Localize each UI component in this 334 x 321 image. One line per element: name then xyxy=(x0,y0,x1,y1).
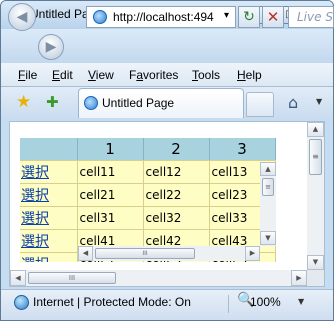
menu-help[interactable]: Help xyxy=(237,68,262,82)
page-scroll-up-button[interactable]: ▲ xyxy=(307,122,324,137)
grid-scroll-left-button[interactable]: ◀ xyxy=(78,246,93,261)
forward-button[interactable]: ▶ xyxy=(38,34,64,60)
back-button[interactable]: ◀ xyxy=(8,3,36,31)
menu-view-accesskey: V xyxy=(88,68,96,82)
grid-cell: cell11 xyxy=(77,160,144,184)
menu-favorites-label: vorites xyxy=(143,68,179,82)
grid-header-corner xyxy=(20,138,78,161)
grid-hscroll-thumb[interactable]: III xyxy=(95,248,195,259)
home-dropdown-icon[interactable]: ▼ xyxy=(316,97,322,106)
grid-cell: cell32 xyxy=(143,206,210,230)
grid-cell: cell31 xyxy=(77,206,144,230)
menu-edit[interactable]: Edit xyxy=(52,68,73,82)
zoom-level[interactable]: 100% xyxy=(250,295,281,309)
status-zone-text: Internet | Protected Mode: On xyxy=(33,295,191,309)
stop-button[interactable]: ✕ xyxy=(262,6,284,28)
page-scroll-left-button[interactable]: ◀ xyxy=(10,270,26,286)
grid-cell: cell12 xyxy=(143,160,210,184)
select-link[interactable]: 選択 xyxy=(20,229,78,253)
grid-cell: cell22 xyxy=(143,183,210,207)
refresh-button[interactable]: ↻ xyxy=(238,6,260,28)
grid-viewport: 1 2 3 選択 cell11 cell12 cell13 選択 cell21 … xyxy=(20,138,276,262)
menu-file-label: ile xyxy=(25,68,38,82)
globe-icon xyxy=(14,295,29,310)
page-scroll-down-button[interactable]: ▼ xyxy=(307,255,324,270)
page-hscroll-thumb[interactable]: III xyxy=(28,272,116,284)
scroll-corner xyxy=(307,270,324,286)
status-separator xyxy=(228,295,229,313)
grid-vscroll-thumb[interactable]: ≡ xyxy=(262,178,274,196)
grid-row: 選択 cell21 cell22 cell23 xyxy=(20,183,276,207)
grid-header-cell: 3 xyxy=(209,138,276,161)
select-link[interactable]: 選択 xyxy=(20,160,78,184)
page-vscroll-thumb[interactable]: ≡ xyxy=(309,139,322,175)
grid-scroll-right-button[interactable]: ▶ xyxy=(245,246,260,261)
address-input[interactable]: http://localhost:494 xyxy=(113,10,223,24)
menu-tools-label: ools xyxy=(198,68,221,82)
menu-help-label: elp xyxy=(245,68,262,82)
menu-edit-label: dit xyxy=(60,68,73,82)
menu-view[interactable]: View xyxy=(88,68,114,82)
page-icon xyxy=(93,10,107,24)
grid-scroll-down-button[interactable]: ▼ xyxy=(260,231,276,245)
grid-row: 選択 cell31 cell32 cell33 xyxy=(20,206,276,230)
zoom-dropdown-icon[interactable]: ▼ xyxy=(298,297,304,306)
tab-page-icon xyxy=(84,96,98,110)
select-link[interactable]: 選択 xyxy=(20,183,78,207)
menu-file[interactable]: File xyxy=(18,68,37,82)
favorites-star-icon[interactable]: ★ xyxy=(16,94,31,111)
menu-view-label: iew xyxy=(95,68,114,82)
select-link[interactable]: 選択 xyxy=(20,206,78,230)
home-icon[interactable]: ⌂ xyxy=(288,93,298,112)
grid-header-cell: 2 xyxy=(143,138,210,161)
page-scroll-right-button[interactable]: ▶ xyxy=(291,270,307,286)
add-favorites-icon[interactable]: ✚ xyxy=(46,94,59,111)
new-tab-button[interactable] xyxy=(246,92,274,117)
data-grid: 1 2 3 選択 cell11 cell12 cell13 選択 cell21 … xyxy=(20,138,276,262)
select-link[interactable]: 選択 xyxy=(20,252,78,262)
address-dropdown-icon[interactable]: ▾ xyxy=(224,10,229,21)
tab-label: Untitled Page xyxy=(102,96,175,110)
search-input[interactable]: Live S xyxy=(288,6,334,28)
menu-favorites[interactable]: Favorites xyxy=(129,68,178,82)
grid-header-row: 1 2 3 xyxy=(20,138,276,161)
menu-help-accesskey: H xyxy=(237,68,246,82)
grid-scroll-up-button[interactable]: ▲ xyxy=(260,162,276,176)
menu-tools[interactable]: Tools xyxy=(192,68,220,82)
grid-header-cell: 1 xyxy=(77,138,144,161)
grid-cell: cell21 xyxy=(77,183,144,207)
grid-row: 選択 cell11 cell12 cell13 xyxy=(20,160,276,184)
menu-edit-accesskey: E xyxy=(52,68,61,82)
